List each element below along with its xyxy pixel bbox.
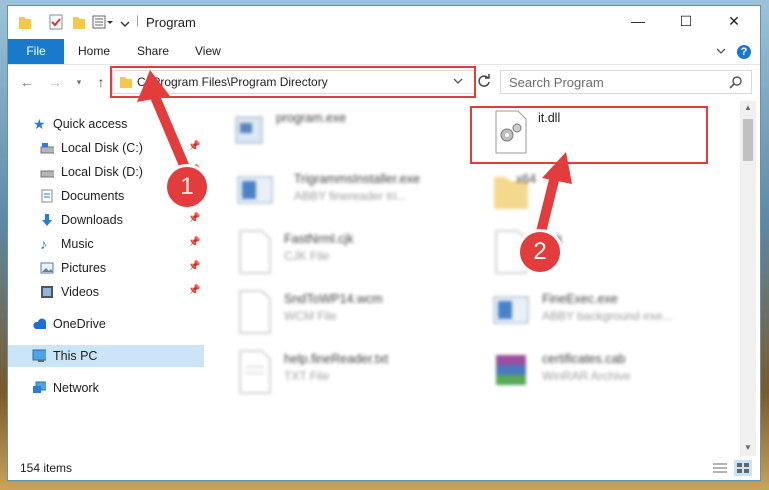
arrow-1 bbox=[148, 87, 191, 175]
arrow-2 bbox=[535, 167, 561, 241]
annotation-arrows bbox=[137, 70, 572, 241]
callout-2: 2 bbox=[517, 229, 563, 275]
arrow-1-head bbox=[137, 70, 170, 102]
callout-1: 1 bbox=[164, 164, 210, 210]
arrow-2-head bbox=[542, 152, 572, 184]
